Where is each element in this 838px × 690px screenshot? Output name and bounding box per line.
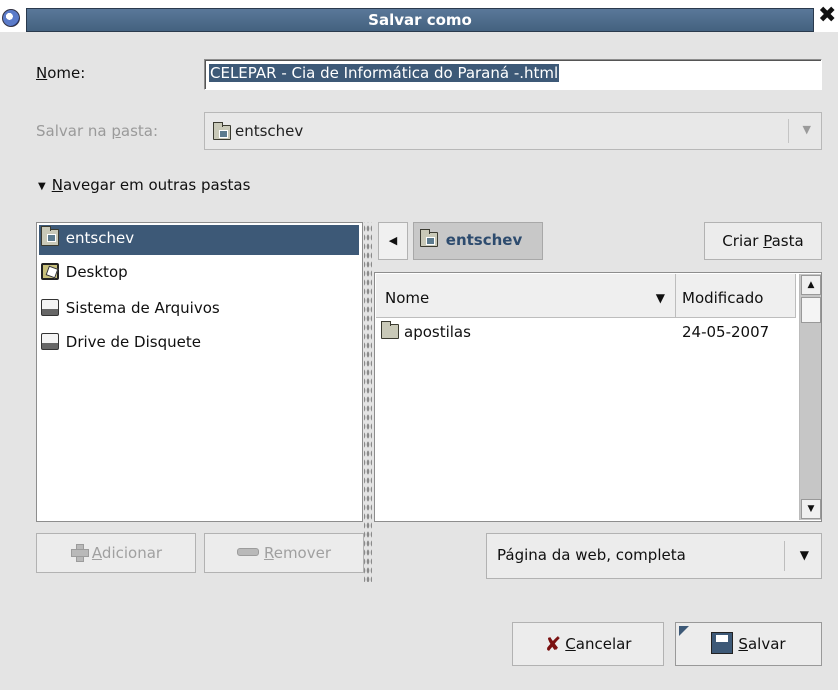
title-bar: Salvar como ✖ (0, 0, 838, 32)
path-button-label: entschev (445, 231, 523, 249)
home-folder-icon (213, 122, 231, 140)
title-bar-strip[interactable]: Salvar como (26, 8, 814, 32)
folder-icon (381, 321, 399, 339)
places-item-label: entschev (65, 229, 135, 247)
places-item-desktop[interactable]: Desktop (39, 259, 359, 289)
chevron-down-icon: ▼ (799, 548, 809, 562)
add-bookmark-button[interactable]: Adicionar (36, 533, 196, 573)
path-back-button[interactable]: ◀ (378, 222, 408, 260)
folder-label: Salvar na pasta: (36, 122, 159, 140)
combo-separator (788, 119, 789, 143)
desktop-icon (41, 263, 59, 280)
places-item-floppy[interactable]: Drive de Disquete (39, 329, 359, 359)
home-folder-icon (41, 226, 59, 246)
name-input[interactable]: CELEPAR - Cia de Informática do Paraná -… (204, 59, 822, 90)
column-header-label: Nome (385, 289, 430, 307)
pane-resize-handle[interactable] (364, 222, 372, 582)
places-item-label: Sistema de Arquivos (65, 299, 220, 317)
file-date: 24-05-2007 (682, 323, 770, 341)
file-type-combo[interactable]: Página da web, completa ▼ (486, 533, 822, 579)
places-item-label: Drive de Disquete (65, 333, 201, 351)
column-header-label: Modificado (682, 289, 764, 307)
expander-triangle-icon: ▼ (38, 181, 46, 192)
file-type-value: Página da web, completa (497, 546, 686, 564)
combo-separator (784, 541, 785, 571)
drive-icon (41, 299, 59, 316)
file-list[interactable]: Nome ▼ Modificado apostilas 24-05-2007 ▲… (374, 272, 822, 522)
create-folder-button[interactable]: Criar Pasta (704, 222, 822, 260)
places-item-home[interactable]: entschev (39, 225, 359, 255)
floppy-icon (41, 333, 59, 350)
column-header-name[interactable]: Nome ▼ (376, 274, 676, 318)
path-button-current[interactable]: entschev (413, 222, 543, 260)
file-name: apostilas (381, 321, 471, 341)
browse-expander[interactable]: ▼ Navegar em outras pastas (38, 176, 250, 194)
add-icon (70, 543, 89, 562)
app-icon[interactable] (2, 9, 20, 27)
remove-bookmark-button[interactable]: Remover (204, 533, 364, 573)
chevron-left-icon: ◀ (388, 234, 398, 247)
scroll-down-arrow-icon[interactable]: ▼ (801, 499, 821, 519)
scrollbar-thumb[interactable] (801, 297, 821, 323)
remove-icon (236, 548, 259, 556)
places-pane[interactable]: entschev Desktop Sistema de Arquivos Dri… (36, 222, 363, 522)
column-header-modified[interactable]: Modificado (676, 274, 796, 318)
name-input-value: CELEPAR - Cia de Informática do Paraná -… (209, 64, 560, 82)
sort-descending-icon: ▼ (655, 291, 665, 305)
name-label: Nome: (36, 64, 86, 82)
folder-combo[interactable]: entschev ▼ (204, 112, 822, 150)
window-title: Salvar como (368, 11, 472, 29)
home-folder-icon (420, 229, 438, 247)
close-icon[interactable]: ✖ (818, 4, 836, 28)
cancel-icon: ✘ (544, 632, 562, 656)
save-button[interactable]: Salvar (675, 622, 822, 666)
places-item-filesystem[interactable]: Sistema de Arquivos (39, 295, 359, 325)
scroll-up-arrow-icon[interactable]: ▲ (801, 275, 821, 295)
places-item-label: Desktop (65, 263, 128, 281)
cancel-button[interactable]: ✘ Cancelar (512, 622, 664, 666)
floppy-disk-icon (711, 632, 734, 654)
file-row[interactable]: apostilas 24-05-2007 (376, 320, 796, 348)
folder-combo-value: entschev (235, 122, 304, 140)
vertical-scrollbar[interactable]: ▲ ▼ (799, 274, 821, 520)
chevron-down-icon: ▼ (802, 123, 811, 136)
